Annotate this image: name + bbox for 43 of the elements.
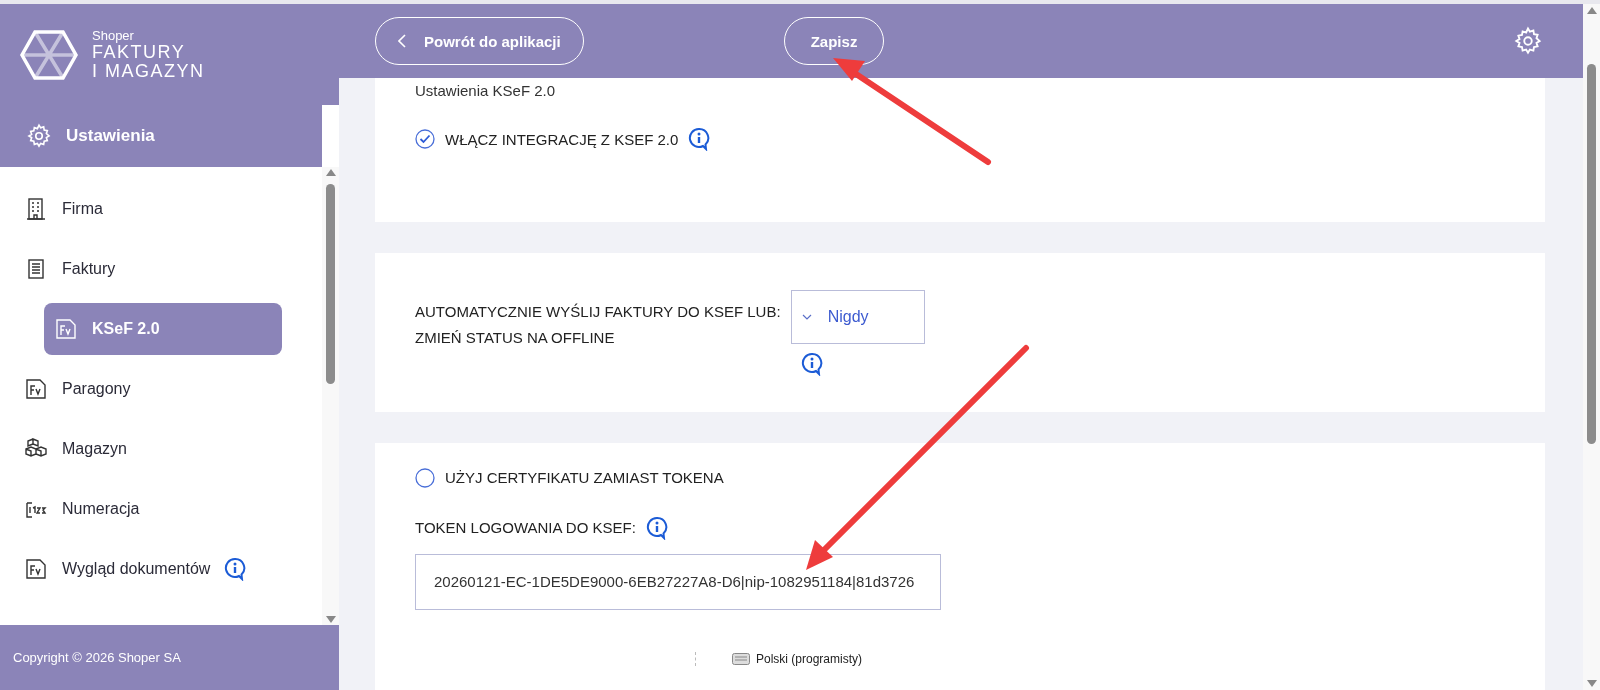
chevron-down-icon [801,314,812,320]
field-label: TOKEN LOGOWANIA DO KSEF: [415,519,636,536]
keyboard-icon [732,652,750,665]
scrollbar[interactable] [1583,4,1600,690]
scroll-down-icon[interactable] [325,616,336,623]
scrollbar-thumb[interactable] [1587,64,1596,444]
checkbox-label: WŁĄCZ INTEGRACJĘ Z KSEF 2.0 [445,130,679,148]
radio-label: UŻYJ CERTYFIKATU ZAMIAST TOKENA [445,469,724,486]
invoice-icon [24,377,48,401]
invoice-icon [54,317,78,341]
sidebar-item[interactable]: Faktury [18,243,302,295]
card-heading: Ustawienia KSeF 2.0 [415,82,557,99]
copyright-text: Copyright © 2026 Shoper SA [13,650,181,665]
sidebar-item[interactable]: Magazyn [18,423,302,475]
field-label: AUTOMATYCZNIE WYŚLIJ FAKTURY DO KSEF LUB: ZMIEŃ STATUS NA OFFLINE [415,302,781,348]
info-icon[interactable] [645,515,668,540]
scrollbar-thumb[interactable] [326,184,335,384]
chevron-left-icon [398,34,406,48]
token-field[interactable]: 20260121-EC-1DE5DE9000-6EB27227A8-D6|nip-1082951184|81d3726 [415,553,941,610]
section-title: Ustawienia [66,126,155,146]
hexagon-cube-logo [20,28,78,81]
sidebar-item[interactable]: Numeracja [18,483,302,535]
sidebar-item[interactable]: Paragony [18,363,302,415]
scroll-up-icon[interactable] [1586,7,1597,14]
scrollbar[interactable] [322,167,339,625]
sidebar-item[interactable]: Firma [18,183,302,235]
info-icon[interactable] [688,127,711,151]
scroll-down-icon[interactable] [1586,680,1597,687]
settings-icon[interactable] [1513,26,1543,56]
dropdown[interactable]: Nigdy [790,290,925,344]
logo-text: FAKTURY [92,42,187,62]
language-label: Polski (programisty) [756,651,863,666]
scroll-up-icon[interactable] [325,169,336,176]
radio-button[interactable] [415,467,435,488]
building-icon [24,197,48,221]
info-icon[interactable] [800,352,823,376]
sidebar-item[interactable]: Wygląd dokumentów [18,543,302,595]
logo-text: I MAGAZYN [92,61,205,81]
settings-icon[interactable] [26,123,52,149]
invoice-icon [24,557,48,581]
info-icon[interactable] [224,557,247,581]
checkbox[interactable] [415,129,435,149]
brand-name: Shoper [92,28,135,43]
